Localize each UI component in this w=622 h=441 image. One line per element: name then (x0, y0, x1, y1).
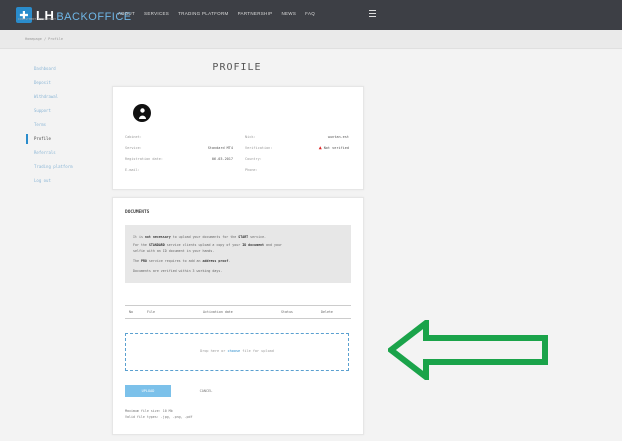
avatar (133, 104, 151, 122)
logo[interactable]: ✚ LH BACKOFFICE (16, 6, 132, 24)
verification-label: Verification: (245, 146, 273, 150)
col-file: File (147, 310, 155, 314)
info-line-pro: The PRO service requires to add an addre… (133, 259, 230, 263)
nick-value: wuntan.est (327, 135, 349, 139)
info-line-start: It is not necessary to upload your docum… (133, 235, 266, 239)
nick-label: Nick: (245, 135, 256, 139)
info-text: It is (133, 235, 145, 239)
sidebar-item-deposit[interactable]: Deposit (26, 76, 106, 90)
info-text: . (228, 259, 231, 263)
breadcrumb: Homepage / Profile (0, 30, 622, 49)
warning-icon: ▲ (318, 145, 322, 151)
page-title: PROFILE (212, 62, 262, 73)
service-label: Service: (125, 146, 142, 150)
cancel-button[interactable]: CANCEL (189, 385, 223, 397)
sidebar-item-support[interactable]: Support (26, 104, 106, 118)
sidebar-item-terms[interactable]: Terms (26, 118, 106, 132)
info-text-bold: not necessary (144, 235, 171, 239)
info-text: service clients upload a copy of your (164, 243, 243, 247)
info-text-bold: address proof (202, 259, 229, 263)
info-text: service. (248, 235, 267, 239)
info-text-bold: STANDARD (148, 243, 165, 247)
info-text-bold: START (238, 235, 249, 239)
hamburger-menu-icon[interactable] (369, 10, 376, 18)
nav-faq[interactable]: FAQ (305, 11, 315, 16)
documents-info-box: It is not necessary to upload your docum… (125, 225, 351, 283)
country-label: Country: (245, 157, 262, 161)
sidebar-item-log-out[interactable]: Log out (26, 174, 106, 188)
documents-table-header: No File Activation date Status Delete (125, 305, 351, 319)
sidebar-item-referrals[interactable]: Referrals (26, 146, 106, 160)
phone-label: Phone: (245, 168, 258, 172)
profile-card: Cabinet: Service: Standard MT4 Registrat… (112, 86, 364, 190)
max-file-size: Maximum file size: 10 Mb (125, 409, 173, 413)
sidebar-item-trading-platform[interactable]: Trading platform (26, 160, 106, 174)
main-nav: About Services Trading Platform Partners… (118, 11, 324, 16)
documents-card: DOCUMENTS It is not necessary to upload … (112, 197, 364, 435)
col-status: Status (281, 310, 293, 314)
email-label: E-mail: (125, 168, 140, 172)
info-text: to upload your documents for the (170, 235, 239, 239)
top-navbar: ✚ LH BACKOFFICE INVESTMENT MANAGEMENT Abo… (0, 0, 622, 30)
nav-news[interactable]: News (281, 11, 296, 16)
col-no: No (129, 310, 133, 314)
dropzone-text: Drop here or choose file for upload (126, 349, 348, 353)
logo-tagline: INVESTMENT MANAGEMENT (18, 17, 56, 21)
nav-about[interactable]: About (118, 11, 135, 16)
file-dropzone[interactable]: Drop here or choose file for upload (125, 333, 349, 371)
breadcrumb-text[interactable]: Homepage / Profile (25, 37, 63, 41)
nav-partnership[interactable]: Partnership (238, 11, 273, 16)
sidebar: Dashboard Deposit Withdrawal Support Ter… (26, 62, 106, 188)
verification-value: Not verified (323, 146, 349, 150)
left-arrow-annotation-icon (388, 320, 548, 380)
sidebar-item-profile[interactable]: Profile (26, 132, 106, 146)
choose-file-link[interactable]: choose (228, 349, 241, 353)
registration-date-label: Registration date: (125, 157, 163, 161)
valid-file-types: Valid file types: .jpg, .png, .pdf (125, 415, 193, 419)
registration-date-value: 06.03.2017 (211, 157, 233, 161)
drop-text: file for upload (240, 349, 274, 353)
upload-button[interactable]: UPLOAD (125, 385, 171, 397)
info-text-bold: ID document (242, 243, 265, 247)
info-text: For the (133, 243, 149, 247)
person-icon (138, 107, 146, 119)
drop-text: Drop here or (200, 349, 228, 353)
info-line-standard: For the STANDARD service clients upload … (133, 243, 282, 247)
service-value: Standard MT4 (207, 146, 233, 150)
col-activation-date: Activation date (203, 310, 233, 314)
info-text: service requires to add an (146, 259, 203, 263)
info-text: The (133, 259, 141, 263)
nav-trading-platform[interactable]: Trading Platform (178, 11, 228, 16)
sidebar-item-dashboard[interactable]: Dashboard (26, 62, 106, 76)
nav-services[interactable]: Services (144, 11, 169, 16)
info-text: and your (264, 243, 282, 247)
col-delete: Delete (321, 310, 333, 314)
sidebar-item-withdrawal[interactable]: Withdrawal (26, 90, 106, 104)
info-line-verify: Documents are verified within 3 working … (133, 269, 223, 273)
documents-title: DOCUMENTS (125, 210, 150, 215)
info-line-selfie: selfie with an ID document in your hands… (133, 249, 215, 253)
cabinet-label: Cabinet: (125, 135, 142, 139)
verification-status: ▲ Not verified (283, 145, 349, 151)
